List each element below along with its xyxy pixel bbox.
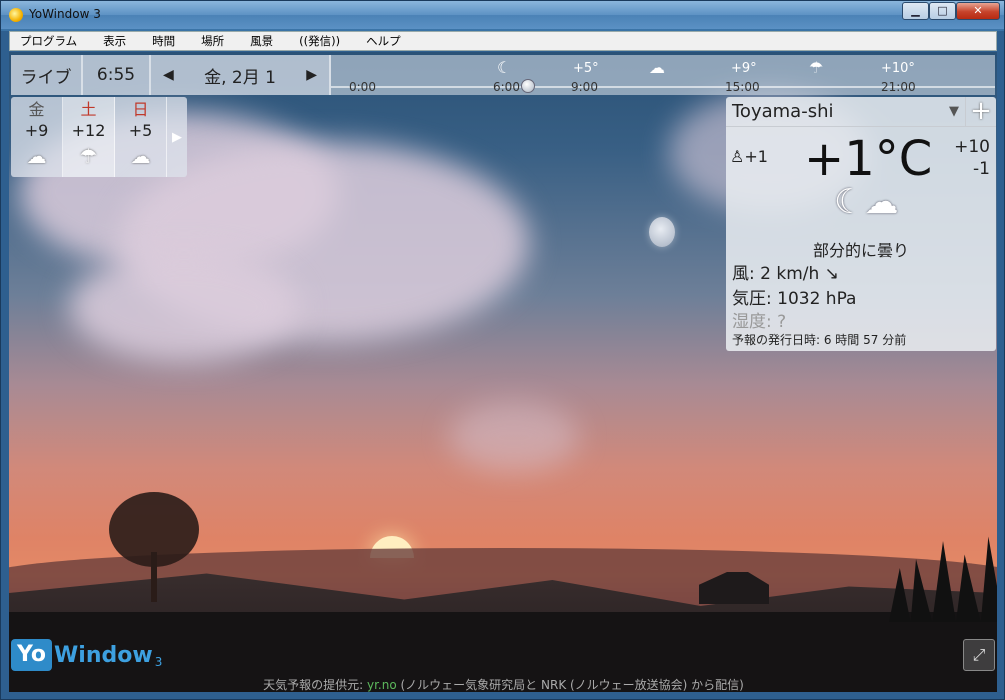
app-sun-icon xyxy=(9,8,23,22)
window-controls: ▁ □ ✕ xyxy=(902,2,1000,20)
menu-time[interactable]: 時間 xyxy=(152,33,175,49)
forecast-day[interactable]: 土 +12 ☂ xyxy=(63,97,115,177)
next-day-icon[interactable]: ▶ xyxy=(306,67,317,83)
credits-prefix: 天気予報の提供元: xyxy=(263,678,367,692)
day-temp: +12 xyxy=(71,121,106,140)
time-bar: ライブ 6:55 ◀ 金, 2月 1 ▶ ☾ +5° ☁ +9° ☂ +10° … xyxy=(11,55,995,95)
day-name: 土 xyxy=(80,100,97,119)
pressure-row: 気圧: 1032 hPa xyxy=(732,289,857,309)
app-window: YoWindow 3 ▁ □ ✕ プログラム 表示 時間 場所 風景 ((発信)… xyxy=(0,0,1005,700)
cloud-shape xyxy=(449,402,579,472)
high-temp: +10 xyxy=(954,137,990,157)
forecast-day[interactable]: 日 +5 ☁ xyxy=(115,97,167,177)
feels-like: ♙+1 xyxy=(730,147,768,166)
logo-window: Window xyxy=(54,642,153,668)
date-navigator: ◀ 金, 2月 1 ▶ xyxy=(151,55,331,95)
timeline-temp: +5° xyxy=(573,61,599,76)
menu-location[interactable]: 場所 xyxy=(201,33,224,49)
moon-icon: ☾ xyxy=(497,58,512,77)
rain-icon: ☂ xyxy=(79,144,98,168)
day-temp: +5 xyxy=(128,121,153,140)
timeline-handle[interactable] xyxy=(521,79,535,93)
rain-icon: ☂ xyxy=(809,58,824,77)
person-icon: ♙ xyxy=(730,147,745,166)
menu-view[interactable]: 表示 xyxy=(103,33,126,49)
menu-broadcast[interactable]: ((発信)) xyxy=(299,33,340,49)
chevron-down-icon: ▼ xyxy=(949,104,959,119)
cloud-icon: ☁ xyxy=(130,144,151,168)
credits-suffix: (ノルウェー気象研究局と NRK (ノルウェー放送協会) から配信) xyxy=(396,678,744,692)
city-name: Toyama-shi xyxy=(732,101,834,122)
day-name: 日 xyxy=(132,100,149,119)
timeline-temp: +9° xyxy=(731,61,757,76)
tree-trunk xyxy=(151,552,157,602)
credits-line: 天気予報の提供元: yr.no (ノルウェー気象研究局と NRK (ノルウェー放… xyxy=(1,676,1005,693)
live-button[interactable]: ライブ xyxy=(11,55,83,95)
fullscreen-button[interactable]: ⤢ xyxy=(963,639,995,671)
menu-help[interactable]: ヘルプ xyxy=(366,33,401,49)
day-name: 金 xyxy=(28,100,45,119)
hour-label: 21:00 xyxy=(881,80,916,94)
menu-landscape[interactable]: 風景 xyxy=(250,33,273,49)
cloud-icon: ☁ xyxy=(649,58,665,77)
hour-label: 15:00 xyxy=(725,80,760,94)
logo-version: 3 xyxy=(154,655,163,669)
more-days-icon[interactable]: ▶ xyxy=(167,97,187,177)
title-bar[interactable]: YoWindow 3 ▁ □ ✕ xyxy=(1,1,1004,29)
window-title: YoWindow 3 xyxy=(29,7,101,21)
current-temp: +1°C xyxy=(804,131,933,187)
menu-program[interactable]: プログラム xyxy=(20,33,77,49)
condition-text: 部分的に曇り xyxy=(812,241,909,260)
humidity-row: 湿度: ? xyxy=(732,312,787,332)
timeline[interactable]: ☾ +5° ☁ +9° ☂ +10° 0:00 6:00 9:00 15:00 … xyxy=(331,55,995,95)
current-time: 6:55 xyxy=(83,55,151,95)
cloud-shape xyxy=(69,252,299,362)
hour-label: 0:00 xyxy=(349,80,376,94)
hour-label: 9:00 xyxy=(571,80,598,94)
prev-day-icon[interactable]: ◀ xyxy=(163,67,174,83)
panel-header: Toyama-shi ▼ + xyxy=(726,97,996,127)
current-weather-panel: Toyama-shi ▼ + ♙+1 +1°C +10 -1 ☾☁ 部分的に曇り… xyxy=(726,97,996,351)
menu-bar: プログラム 表示 時間 場所 風景 ((発信)) ヘルプ xyxy=(9,31,997,51)
yowindow-logo[interactable]: Yo Window 3 xyxy=(11,639,162,671)
fullscreen-icon: ⤢ xyxy=(972,645,986,664)
forecast-day[interactable]: 金 +9 ☁ xyxy=(11,97,63,177)
day-temp: +9 xyxy=(24,121,49,140)
hour-label: 6:00 xyxy=(493,80,520,94)
wind-row: 風: 2 km/h ↘ xyxy=(732,264,839,284)
logo-yo: Yo xyxy=(11,639,53,671)
date-label: 金, 2月 1 xyxy=(204,67,276,88)
cloud-icon: ☁ xyxy=(26,144,47,168)
timeline-temp: +10° xyxy=(881,61,915,76)
maximize-button[interactable]: □ xyxy=(929,2,956,20)
city-selector[interactable]: Toyama-shi ▼ xyxy=(726,97,966,126)
yr-no-link[interactable]: yr.no xyxy=(367,678,397,692)
add-location-button[interactable]: + xyxy=(966,97,996,126)
close-button[interactable]: ✕ xyxy=(956,2,1000,20)
issued-time: 予報の発行日時: 6 時間 57 分前 xyxy=(732,333,907,347)
feels-like-value: +1 xyxy=(744,147,768,166)
low-temp: -1 xyxy=(973,159,990,179)
minimize-button[interactable]: ▁ xyxy=(902,2,929,20)
partly-cloudy-night-icon: ☾☁ xyxy=(834,182,899,222)
moon xyxy=(649,217,675,247)
daily-forecast: 金 +9 ☁ 土 +12 ☂ 日 +5 ☁ ▶ xyxy=(11,97,187,177)
